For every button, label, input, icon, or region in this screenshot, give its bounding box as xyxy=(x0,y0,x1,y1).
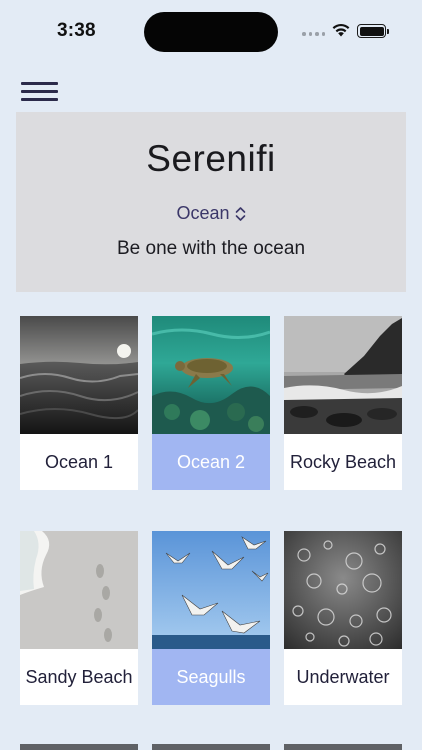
sound-tile-seagulls[interactable]: Seagulls xyxy=(152,531,270,705)
next-row-tile-edge xyxy=(152,744,270,750)
app-title: Serenifi xyxy=(146,138,276,179)
tile-label: Sandy Beach xyxy=(20,649,138,705)
rocky-coast-image xyxy=(284,316,402,434)
sound-tile-sandy-beach[interactable]: Sandy Beach xyxy=(20,531,138,705)
tile-label: Underwater xyxy=(284,649,402,705)
sound-tile-ocean-2[interactable]: Ocean 2 xyxy=(152,316,270,490)
status-time: 3:38 xyxy=(57,20,96,41)
tagline: Be one with the ocean xyxy=(116,238,306,259)
sound-tile-rocky-beach[interactable]: Rocky Beach xyxy=(284,316,402,490)
hamburger-menu-icon[interactable] xyxy=(21,80,58,102)
sound-tile-underwater[interactable]: Underwater xyxy=(284,531,402,705)
category-selector[interactable]: Ocean xyxy=(16,203,406,224)
chevron-up-down-icon xyxy=(235,206,245,221)
header-card: Serenifi Ocean Be one with the ocean xyxy=(16,112,406,292)
status-bar: 3:38 xyxy=(0,0,422,62)
sound-tile-ocean-1[interactable]: Ocean 1 xyxy=(20,316,138,490)
sand-footprints-image xyxy=(20,531,138,649)
seagulls-image xyxy=(152,531,270,649)
ocean-waves-image xyxy=(20,316,138,434)
next-row-tile-edge xyxy=(20,744,138,750)
next-row-tile-edge xyxy=(284,744,402,750)
sea-turtle-image xyxy=(152,316,270,434)
category-label: Ocean xyxy=(176,203,230,223)
underwater-bubbles-image xyxy=(284,531,402,649)
cellular-signal-icon xyxy=(302,32,325,36)
tile-label: Seagulls xyxy=(152,649,270,705)
dynamic-island xyxy=(144,12,278,52)
battery-icon xyxy=(357,24,389,38)
wifi-icon xyxy=(332,23,350,37)
tile-label: Rocky Beach xyxy=(284,434,402,490)
tile-label: Ocean 1 xyxy=(20,434,138,490)
tile-label: Ocean 2 xyxy=(152,434,270,490)
